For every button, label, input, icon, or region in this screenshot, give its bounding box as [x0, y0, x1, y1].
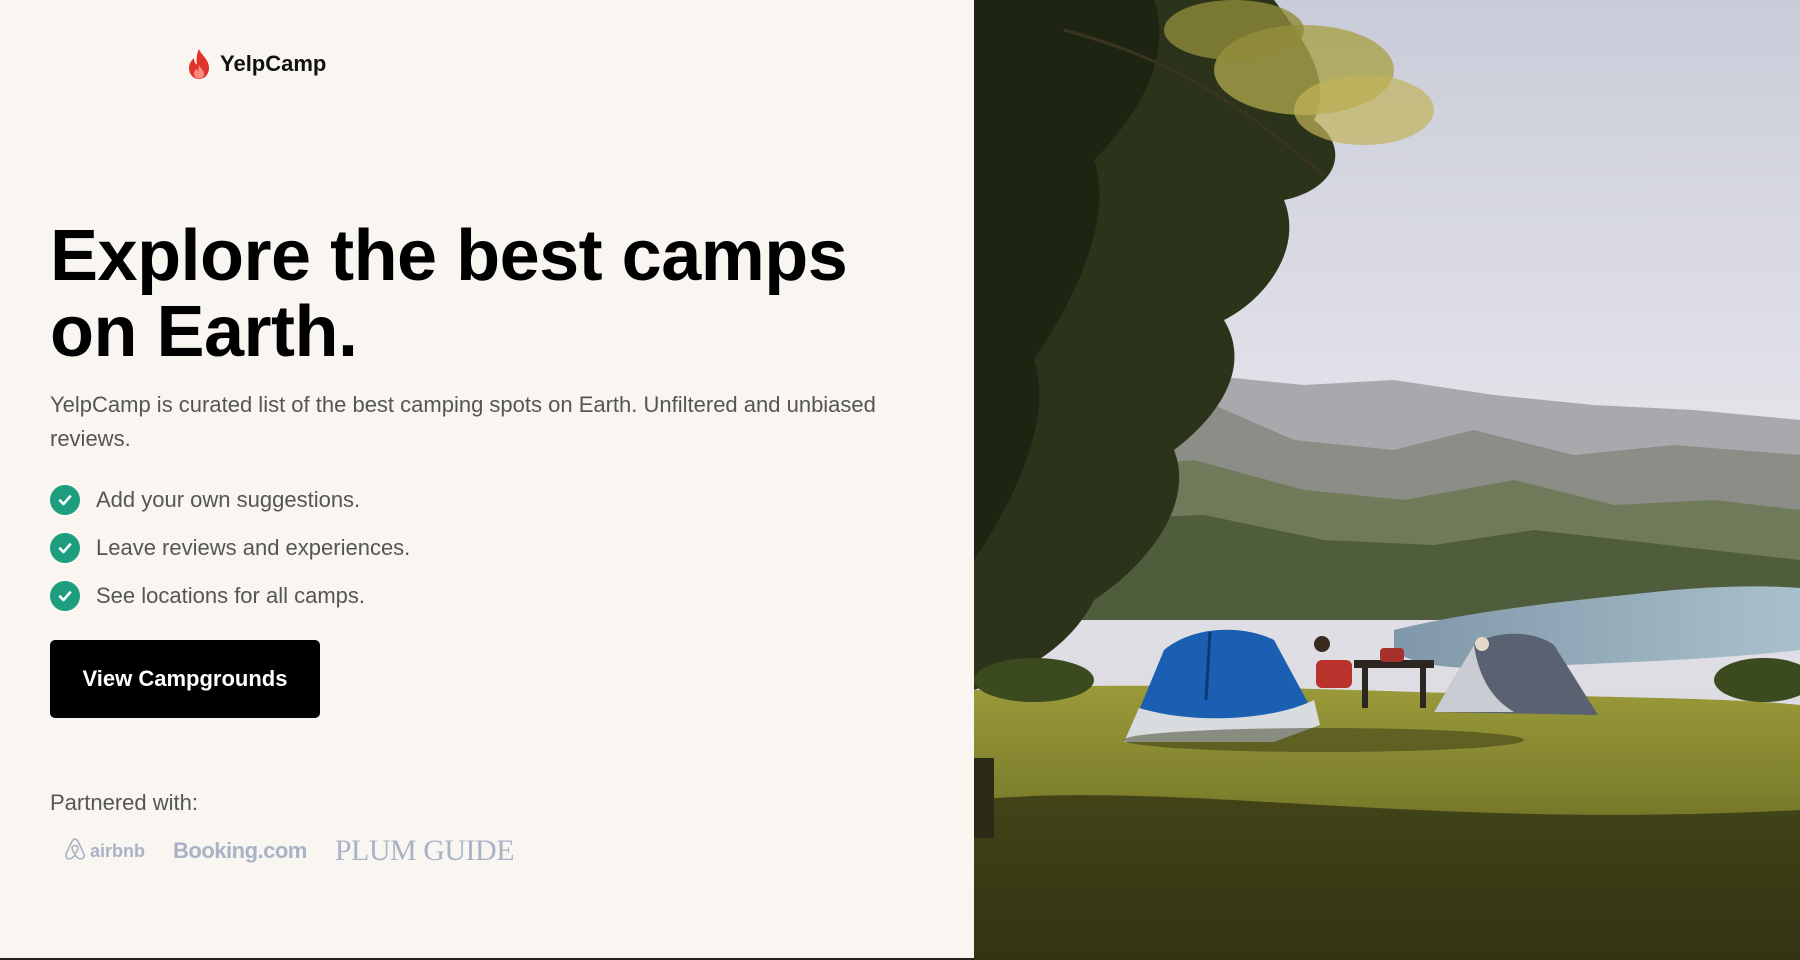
brand-logo[interactable]: YelpCamp [186, 48, 326, 80]
feature-item: Add your own suggestions. [50, 476, 930, 524]
landing-page: YelpCamp Explore the best camps on Earth… [0, 0, 1800, 960]
hero-description: YelpCamp is curated list of the best cam… [50, 392, 876, 451]
headline-line-1: Explore the best camps [50, 216, 848, 296]
feature-text: See locations for all camps. [96, 583, 366, 608]
plum-guide-logo: PLUM GUIDE [334, 834, 515, 867]
check-circle-icon [50, 485, 80, 515]
campsite-photo [974, 0, 1800, 960]
airbnb-logo: airbnb [64, 837, 145, 866]
feature-text: Leave reviews and experiences. [96, 535, 411, 560]
check-circle-icon [50, 533, 80, 563]
hero-section: Explore the best camps on Earth. YelpCam… [50, 218, 930, 718]
booking-logo: Booking.com [173, 838, 307, 863]
feature-item: See locations for all camps. [50, 572, 930, 620]
partner-logos: airbnb Booking.com PLUM GUIDE [50, 834, 515, 868]
check-circle-icon [50, 581, 80, 611]
headline: Explore the best camps on Earth. [50, 218, 930, 370]
feature-item: Leave reviews and experiences. [50, 524, 930, 572]
partners-label: Partnered with: [50, 790, 198, 815]
partners-section: Partnered with: airbnb Booking.com PLUM … [50, 790, 515, 868]
feature-text: Add your own suggestions. [96, 487, 361, 512]
feature-list: Add your own suggestions. Leave reviews … [50, 476, 930, 620]
airbnb-icon [64, 837, 86, 866]
airbnb-wordmark: airbnb [90, 840, 146, 861]
view-campgrounds-button[interactable]: View Campgrounds [50, 640, 320, 718]
flame-icon [186, 48, 212, 80]
brand-name: YelpCamp [220, 51, 327, 76]
hero-photo [974, 0, 1800, 960]
headline-line-2: on Earth. [50, 292, 358, 372]
content-panel: YelpCamp Explore the best camps on Earth… [0, 0, 974, 960]
